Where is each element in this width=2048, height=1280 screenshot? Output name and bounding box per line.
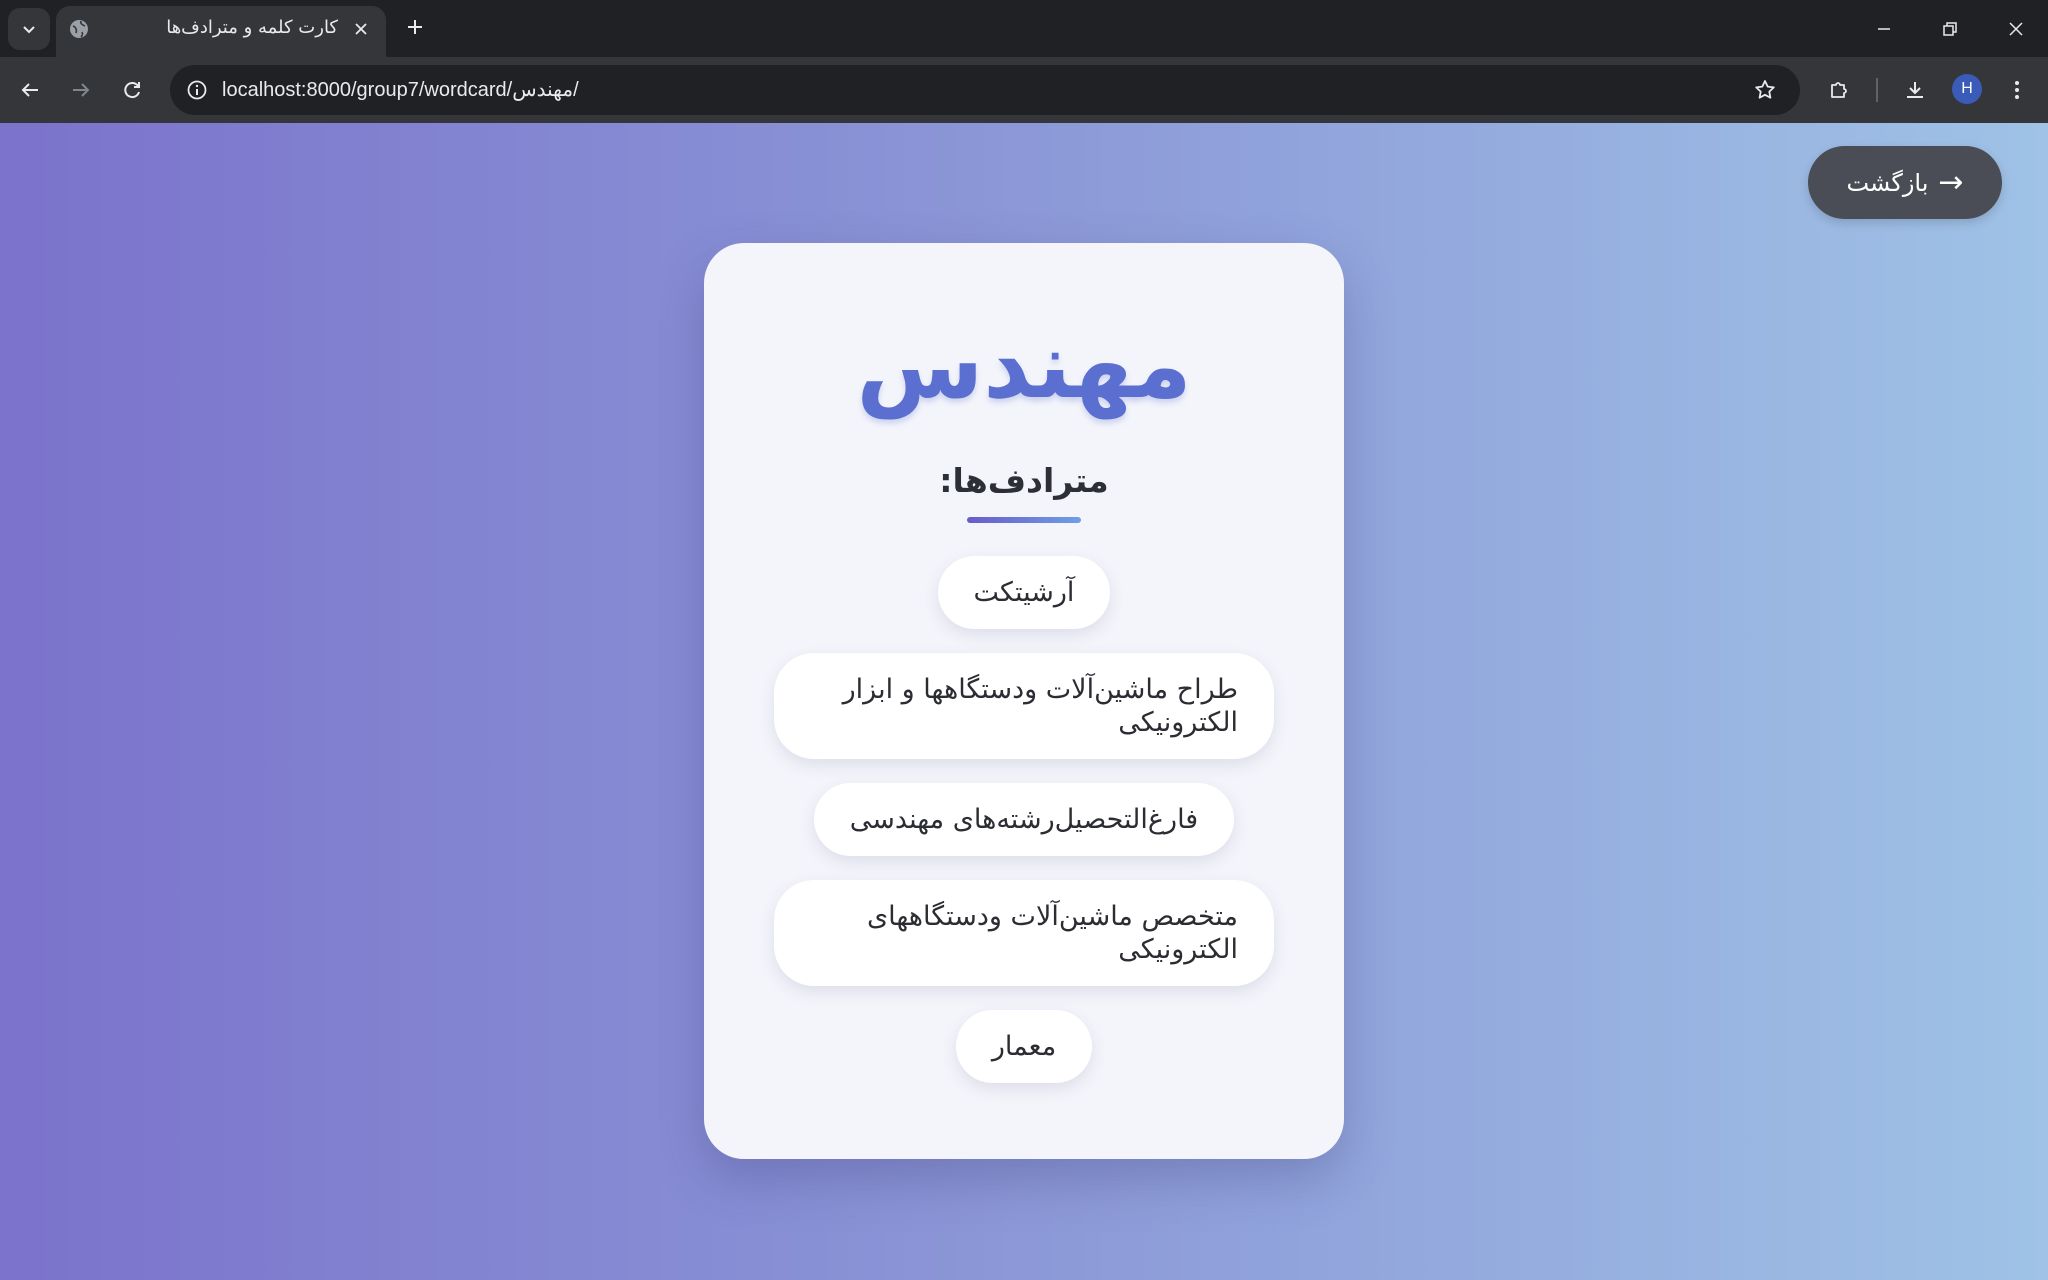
profile-avatar[interactable]: H (1952, 74, 1982, 104)
restore-icon (1943, 21, 1957, 36)
url-text[interactable]: localhost:8000/group7/wordcard/مهندس/ (222, 77, 579, 102)
star-icon (1755, 80, 1775, 99)
browser-toolbar: localhost:8000/group7/wordcard/مهندس/ (0, 57, 2048, 123)
globe-icon (70, 20, 88, 38)
synonym-item: طراح ماشین‌آلات ودستگاهها و ابزار الکترو… (774, 653, 1274, 759)
puzzle-icon (1831, 82, 1847, 98)
tab-close-button[interactable] (348, 16, 374, 42)
bookmark-button[interactable] (1748, 73, 1782, 107)
info-icon (187, 80, 207, 100)
close-icon (2009, 21, 2023, 36)
back-button[interactable]: → بازگشت (1808, 146, 2002, 219)
synonym-item: متخصص ماشین‌آلات ودستگاههای الکترونیکی (774, 880, 1274, 986)
tab-strip: کارت کلمه و مترادف‌ها (0, 0, 2048, 57)
tab-search-button[interactable] (8, 8, 50, 50)
back-button-label: بازگشت (1846, 168, 1929, 197)
close-icon (355, 23, 367, 35)
forward-nav-button[interactable] (62, 71, 100, 109)
page-viewport: → بازگشت مهندس مترادف‌ها: آرشیتکت طراح م… (0, 123, 2048, 1280)
reload-button[interactable] (113, 71, 151, 109)
download-icon (1907, 82, 1923, 98)
close-window-button[interactable] (1984, 0, 2048, 57)
synonym-item: آرشیتکت (937, 556, 1111, 629)
synonyms-list: آرشیتکت طراح ماشین‌آلات ودستگاهها و ابزا… (704, 556, 1344, 1107)
extensions-button[interactable] (1820, 71, 1858, 109)
back-nav-button[interactable] (11, 71, 49, 109)
site-info-button[interactable] (180, 73, 214, 107)
browser-menu-button[interactable] (1998, 71, 2036, 109)
kebab-menu-icon (2015, 81, 2019, 99)
plus-icon (408, 20, 422, 34)
new-tab-button[interactable] (398, 10, 432, 44)
address-bar[interactable]: localhost:8000/group7/wordcard/مهندس/ (170, 65, 1800, 115)
browser-tab[interactable]: کارت کلمه و مترادف‌ها (56, 6, 386, 57)
chevron-down-icon (23, 26, 35, 34)
word-card: مهندس مترادف‌ها: آرشیتکت طراح ماشین‌آلات… (704, 243, 1344, 1159)
heading-underline (967, 517, 1081, 523)
toolbar-divider (1876, 78, 1878, 102)
restore-button[interactable] (1918, 0, 1982, 57)
arrow-left-icon (21, 83, 38, 97)
downloads-button[interactable] (1896, 71, 1934, 109)
reload-icon (124, 82, 140, 99)
minimize-icon (1878, 27, 1890, 30)
word-title: مهندس (856, 312, 1192, 419)
minimize-button[interactable] (1852, 0, 1916, 57)
arrow-right-icon: → (1938, 164, 1964, 200)
synonym-item: معمار (955, 1010, 1093, 1083)
tab-title: کارت کلمه و مترادف‌ها (166, 17, 338, 38)
arrow-right-icon (73, 83, 90, 97)
synonym-item: فارغ‌التحصیل‌رشته‌های مهندسی (813, 783, 1235, 856)
synonyms-heading: مترادف‌ها: (939, 461, 1109, 500)
